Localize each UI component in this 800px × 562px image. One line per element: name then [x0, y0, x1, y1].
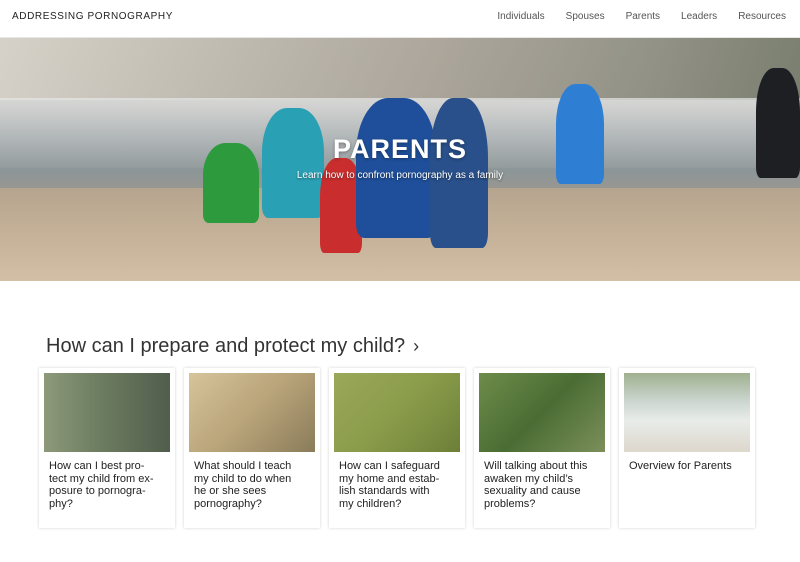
nav-spouses[interactable]: Spouses: [566, 11, 605, 22]
card-image-mother-daughter: [479, 373, 605, 452]
card-image-child-portrait: [334, 373, 460, 452]
section-heading-link[interactable]: How can I prepare and protect my child? …: [46, 335, 419, 358]
card-image-family-beach: [624, 373, 750, 452]
card-caption: How can I best pro- tect my child from e…: [49, 460, 154, 510]
hero-banner: PARENTS Learn how to confront pornograph…: [0, 38, 800, 281]
nav-parents[interactable]: Parents: [626, 11, 660, 22]
article-cards: How can I best pro- tect my child from e…: [39, 368, 755, 528]
card-talking-sexuality[interactable]: Will talking about this awaken my child’…: [474, 368, 610, 528]
card-overview-parents[interactable]: Overview for Parents: [619, 368, 755, 528]
section-heading-text: How can I prepare and protect my child?: [46, 335, 406, 357]
card-caption: Overview for Parents: [629, 460, 732, 472]
site-logo-link[interactable]: ADDRESSING PORNOGRAPHY: [12, 11, 173, 22]
main-nav: Individuals Spouses Parents Leaders Reso…: [497, 11, 786, 22]
hero-title: PARENTS: [332, 134, 467, 164]
hero-subtitle: Learn how to confront pornography as a f…: [296, 170, 504, 181]
nav-individuals[interactable]: Individuals: [497, 11, 544, 22]
card-what-to-teach[interactable]: What should I teach my child to do when …: [184, 368, 320, 528]
top-navigation-bar: ADDRESSING PORNOGRAPHY Individuals Spous…: [0, 0, 800, 38]
card-protect-child[interactable]: How can I best pro- tect my child from e…: [39, 368, 175, 528]
card-safeguard-home[interactable]: How can I safeguard my home and estab- l…: [329, 368, 465, 528]
card-caption: Will talking about this awaken my child’…: [484, 460, 588, 510]
nav-resources[interactable]: Resources: [738, 11, 786, 22]
card-image-family-reading: [189, 373, 315, 452]
hero-figure-man-blue: [356, 98, 436, 238]
hero-background-cliff: [0, 38, 800, 100]
card-image-holding-hands: [44, 373, 170, 452]
card-caption: How can I safeguard my home and estab- l…: [339, 460, 440, 510]
chevron-right-icon: ›: [413, 336, 420, 356]
nav-leaders[interactable]: Leaders: [681, 11, 717, 22]
card-caption: What should I teach my child to do when …: [194, 460, 292, 510]
